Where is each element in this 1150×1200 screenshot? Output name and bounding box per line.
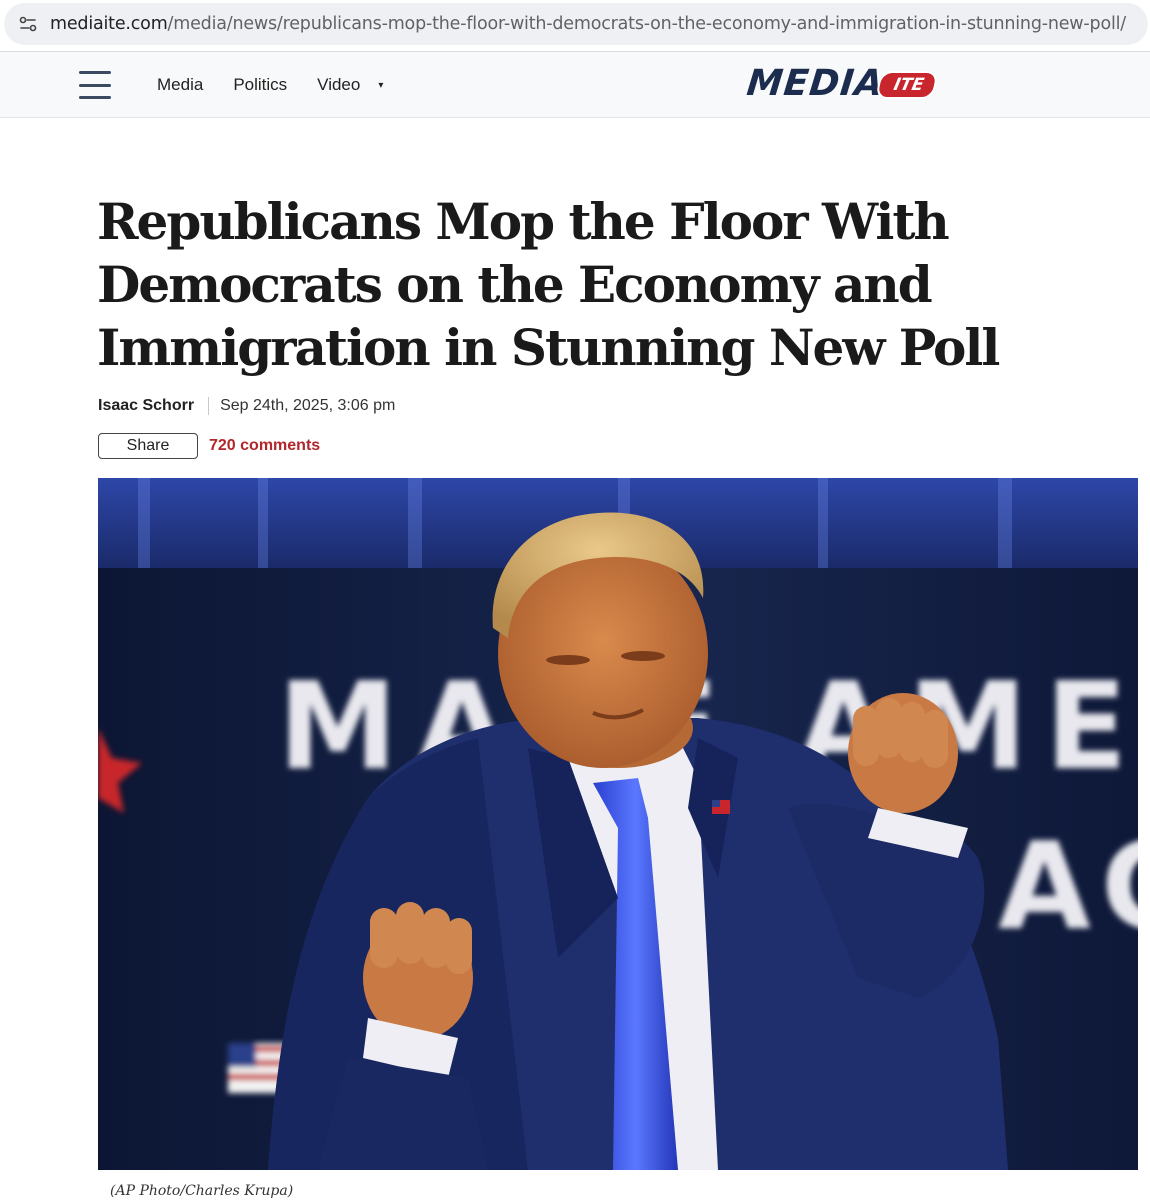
chevron-down-icon[interactable]: ▾ [378,80,383,91]
url-field[interactable]: mediaite.com/media/news/republicans-mop-… [4,3,1148,45]
site-logo[interactable]: MEDIA ITE [744,62,939,104]
logo-wordmark: MEDIA [744,62,886,104]
article-headline: Republicans Mop the Floor With Democrats… [97,192,1000,377]
hero-image: MAKE AME AG [98,478,1138,1170]
nav-item-video[interactable]: Video [317,75,360,95]
backdrop-text-row2: AG [998,818,1138,957]
url-domain: mediaite.com [50,14,168,34]
comments-link[interactable]: 720 comments [209,437,320,455]
main-nav: Media Politics Video ▾ [157,52,383,118]
author-link[interactable]: Isaac Schorr [98,397,194,415]
image-caption: (AP Photo/Charles Krupa) [110,1183,294,1199]
tune-icon[interactable] [10,6,46,42]
nav-item-media[interactable]: Media [157,75,203,95]
byline: Isaac Schorr Sep 24th, 2025, 3:06 pm [98,397,395,415]
logo-badge: ITE [874,70,939,99]
nav-item-politics[interactable]: Politics [233,75,287,95]
browser-address-bar: mediaite.com/media/news/republicans-mop-… [0,0,1150,52]
url-text[interactable]: mediaite.com/media/news/republicans-mop-… [50,14,1126,34]
hamburger-menu-icon[interactable] [79,71,111,99]
site-header: Media Politics Video ▾ MEDIA ITE [0,52,1150,118]
share-button[interactable]: Share [98,433,198,459]
url-path: /media/news/republicans-mop-the-floor-wi… [167,14,1127,34]
publish-date: Sep 24th, 2025, 3:06 pm [220,397,396,414]
byline-divider [208,397,210,415]
